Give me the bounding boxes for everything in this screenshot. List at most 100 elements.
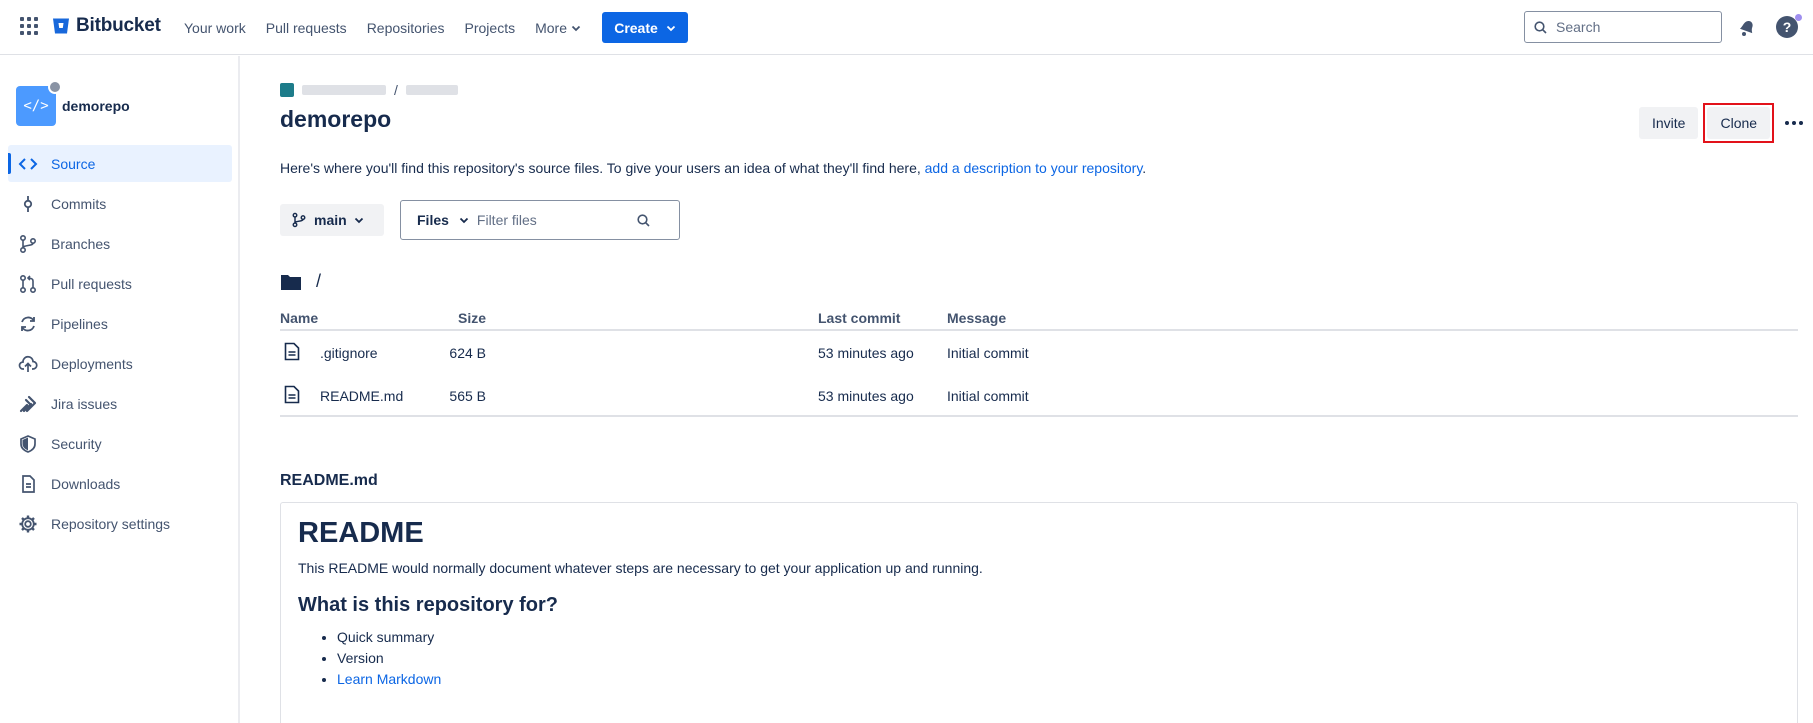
table-row[interactable]: .gitignore 624 B 53 minutes ago Initial … (280, 331, 1798, 374)
sidebar-item-label: Source (51, 155, 96, 172)
search-icon (1534, 20, 1547, 34)
sidebar-item-pull-requests[interactable]: Pull requests (8, 265, 232, 302)
sidebar-item-label: Pull requests (51, 275, 132, 292)
list-item: Version (337, 648, 1780, 669)
commit-icon (23, 195, 33, 212)
branch-name: main (314, 212, 347, 228)
header-last-commit[interactable]: Last commit (818, 310, 900, 326)
sidebar-item-repository-settings[interactable]: Repository settings (8, 505, 232, 542)
repo-actions: Invite Clone (1639, 103, 1809, 143)
sidebar-item-branches[interactable]: Branches (8, 225, 232, 262)
file-last-commit: 53 minutes ago (818, 388, 914, 404)
chevron-down-icon (571, 25, 581, 31)
nav-repositories[interactable]: Repositories (367, 20, 445, 36)
jira-icon (19, 395, 37, 412)
repo-name: demorepo (62, 98, 130, 114)
branch-icon (19, 234, 37, 253)
file-last-commit: 53 minutes ago (818, 345, 914, 361)
files-select[interactable]: Files (401, 212, 477, 228)
nav-projects[interactable]: Projects (465, 20, 516, 36)
app-switcher-icon[interactable] (20, 17, 40, 37)
list-item: Learn Markdown (337, 669, 1780, 690)
header-size[interactable]: Size (458, 310, 486, 326)
nav-links: Your work Pull requests Repositories Pro… (184, 0, 601, 55)
sidebar-item-commits[interactable]: Commits (8, 185, 232, 222)
branch-selector[interactable]: main (280, 204, 384, 236)
description-text: Here's where you'll find this repository… (280, 160, 921, 176)
search-field[interactable] (1524, 11, 1722, 43)
chevron-down-icon (459, 217, 469, 224)
lock-icon (48, 80, 62, 94)
notifications-bell-icon[interactable] (1736, 16, 1758, 38)
readme-content: README This README would normally docume… (280, 502, 1798, 723)
nav-more-dropdown[interactable]: More (535, 20, 581, 36)
files-select-label: Files (417, 212, 449, 228)
file-message: Initial commit (947, 388, 1029, 404)
clone-button[interactable]: Clone (1707, 107, 1771, 139)
header-name[interactable]: Name (280, 310, 318, 326)
invite-button[interactable]: Invite (1639, 107, 1699, 139)
breadcrumb-project[interactable] (405, 85, 458, 95)
nav-pull-requests[interactable]: Pull requests (266, 20, 347, 36)
sidebar-item-label: Commits (51, 195, 107, 212)
filter-files-input[interactable] (476, 212, 637, 228)
sidebar-item-security[interactable]: Security (8, 425, 232, 462)
list-item: Quick summary (337, 627, 1780, 648)
add-description-link[interactable]: add a description to your repository (925, 160, 1143, 176)
deployments-icon (18, 355, 38, 372)
header-message[interactable]: Message (947, 310, 1006, 326)
file-icon (284, 342, 300, 361)
nav-more-label: More (535, 19, 567, 36)
bitbucket-logo[interactable]: Bitbucket (52, 15, 161, 37)
learn-markdown-link[interactable]: Learn Markdown (337, 671, 441, 687)
sidebar-nav: Source Commits Branches Pull requests Pi… (8, 145, 232, 545)
download-file-icon (22, 474, 35, 493)
description-end: . (1142, 160, 1147, 176)
path-label[interactable]: / (316, 271, 321, 292)
file-message: Initial commit (947, 345, 1029, 361)
sidebar-item-label: Downloads (51, 475, 121, 492)
sidebar-item-deployments[interactable]: Deployments (8, 345, 232, 382)
readme-subheading: What is this repository for? (298, 594, 559, 616)
more-actions-icon[interactable] (1779, 107, 1809, 139)
clone-highlight: Clone (1703, 103, 1775, 143)
brand-name: Bitbucket (76, 15, 161, 36)
sidebar-item-label: Security (51, 435, 102, 452)
search-input[interactable] (1556, 19, 1716, 35)
breadcrumb: / (280, 82, 458, 98)
nav-your-work[interactable]: Your work (184, 20, 246, 36)
sidebar-item-label: Branches (51, 235, 111, 252)
sidebar-item-jira-issues[interactable]: Jira issues (8, 385, 232, 422)
repo-header[interactable]: </> demorepo (16, 80, 130, 126)
branch-icon (292, 212, 306, 228)
file-name[interactable]: .gitignore (320, 345, 378, 361)
file-icon (284, 385, 300, 404)
readme-heading: README (298, 517, 424, 549)
svg-text:?: ? (1783, 19, 1792, 35)
create-button[interactable]: Create (602, 12, 688, 43)
sidebar-item-source[interactable]: Source (8, 145, 232, 182)
repo-description: Here's where you'll find this repository… (280, 160, 1146, 176)
page-title: demorepo (280, 106, 392, 132)
sidebar-item-label: Repository settings (51, 515, 171, 532)
filter-files-field: Files (400, 200, 680, 240)
repo-avatar: </> (16, 80, 62, 126)
sidebar-item-label: Deployments (51, 355, 133, 372)
file-table: Name Size Last commit Message .gitignore… (280, 305, 1798, 417)
sidebar-item-pipelines[interactable]: Pipelines (8, 305, 232, 342)
sidebar-item-label: Pipelines (51, 315, 108, 332)
table-row[interactable]: README.md 565 B 53 minutes ago Initial c… (280, 374, 1798, 417)
file-filters: main Files (280, 200, 680, 240)
breadcrumb-workspace[interactable] (302, 85, 386, 95)
gear-icon (19, 515, 37, 532)
code-icon: </> (23, 98, 49, 114)
pipelines-icon (21, 316, 35, 331)
sidebar-item-label: Jira issues (51, 395, 118, 412)
sidebar-item-downloads[interactable]: Downloads (8, 465, 232, 502)
file-size: 624 B (449, 345, 486, 361)
readme-intro: This README would normally document what… (298, 560, 983, 576)
search-icon (637, 213, 650, 227)
readme-list: Quick summary Version Learn Markdown (298, 627, 1780, 690)
create-label: Create (614, 19, 658, 36)
file-name[interactable]: README.md (320, 388, 403, 404)
